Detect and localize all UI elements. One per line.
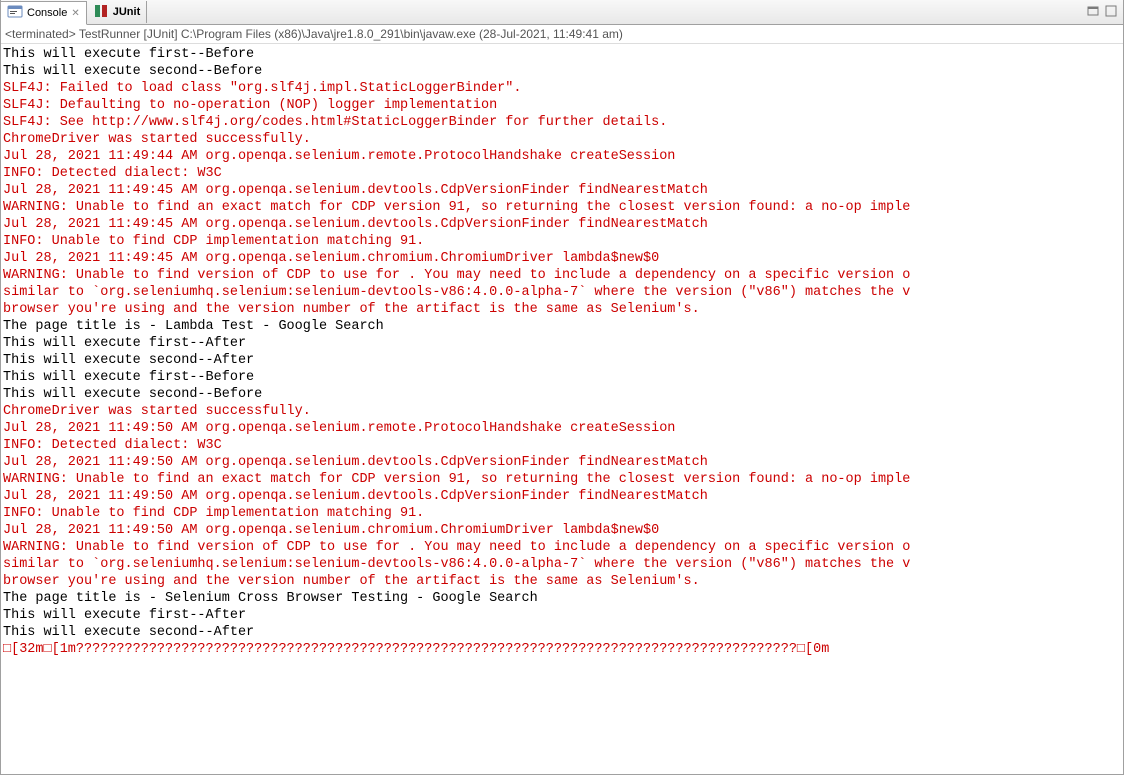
console-line: INFO: Detected dialect: W3C [3,437,1121,454]
console-line: INFO: Unable to find CDP implementation … [3,233,1121,250]
console-line: similar to `org.seleniumhq.selenium:sele… [3,284,1121,301]
console-view: Console ✕ JUnit [0,0,1124,775]
console-line: Jul 28, 2021 11:49:50 AM org.openqa.sele… [3,420,1121,437]
console-line: Jul 28, 2021 11:49:44 AM org.openqa.sele… [3,148,1121,165]
console-line: WARNING: Unable to find version of CDP t… [3,267,1121,284]
console-line: Jul 28, 2021 11:49:50 AM org.openqa.sele… [3,488,1121,505]
tab-console[interactable]: Console ✕ [1,1,87,25]
console-line: The page title is - Selenium Cross Brows… [3,590,1121,607]
launch-description: <terminated> TestRunner [JUnit] C:\Progr… [1,25,1123,44]
console-line: INFO: Detected dialect: W3C [3,165,1121,182]
console-line: WARNING: Unable to find an exact match f… [3,199,1121,216]
console-line: ChromeDriver was started successfully. [3,131,1121,148]
tab-controls [1085,3,1119,19]
console-line: ChromeDriver was started successfully. [3,403,1121,420]
console-line: SLF4J: See http://www.slf4j.org/codes.ht… [3,114,1121,131]
console-line: This will execute first--After [3,335,1121,352]
console-line: Jul 28, 2021 11:49:45 AM org.openqa.sele… [3,250,1121,267]
tab-junit-label: JUnit [113,6,141,18]
maximize-icon[interactable] [1103,3,1119,19]
tab-bar: Console ✕ JUnit [1,0,1123,25]
console-line: INFO: Unable to find CDP implementation … [3,505,1121,522]
tab-console-label: Console [27,7,67,19]
console-line: □[32m□[1m???????????????????????????????… [3,641,1121,658]
console-line: This will execute first--Before [3,369,1121,386]
console-line: Jul 28, 2021 11:49:50 AM org.openqa.sele… [3,522,1121,539]
tab-junit[interactable]: JUnit [87,1,148,23]
console-icon [7,4,23,23]
console-line: This will execute second--After [3,352,1121,369]
console-line: similar to `org.seleniumhq.selenium:sele… [3,556,1121,573]
console-line: This will execute second--Before [3,63,1121,80]
console-output[interactable]: This will execute first--BeforeThis will… [1,44,1123,660]
console-line: browser you're using and the version num… [3,573,1121,590]
console-line: Jul 28, 2021 11:49:50 AM org.openqa.sele… [3,454,1121,471]
console-line: This will execute second--Before [3,386,1121,403]
console-line: browser you're using and the version num… [3,301,1121,318]
console-line: SLF4J: Failed to load class "org.slf4j.i… [3,80,1121,97]
console-line: SLF4J: Defaulting to no-operation (NOP) … [3,97,1121,114]
junit-icon [93,3,109,22]
console-line: This will execute first--Before [3,46,1121,63]
console-line: The page title is - Lambda Test - Google… [3,318,1121,335]
console-line: Jul 28, 2021 11:49:45 AM org.openqa.sele… [3,216,1121,233]
console-line: WARNING: Unable to find version of CDP t… [3,539,1121,556]
console-line: This will execute second--After [3,624,1121,641]
pin-icon[interactable]: ✕ [71,8,79,19]
minimize-icon[interactable] [1085,3,1101,19]
console-line: Jul 28, 2021 11:49:45 AM org.openqa.sele… [3,182,1121,199]
console-line: WARNING: Unable to find an exact match f… [3,471,1121,488]
console-line: This will execute first--After [3,607,1121,624]
